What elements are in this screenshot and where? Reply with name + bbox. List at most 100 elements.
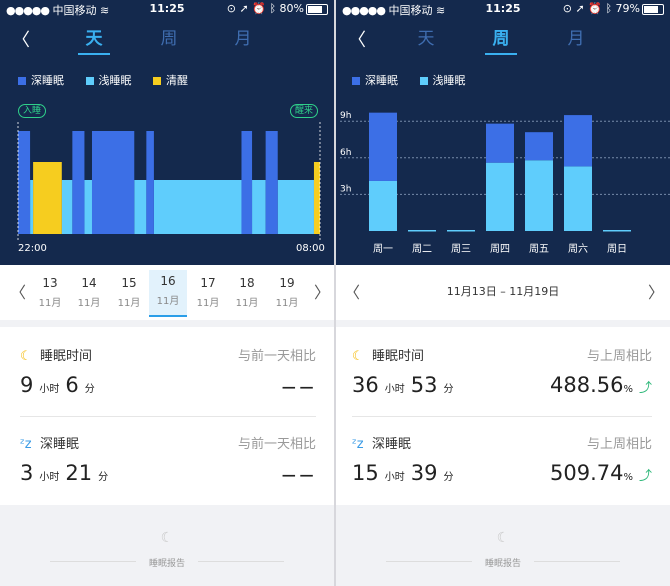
- y-tick-label: 6h: [340, 148, 351, 158]
- date-month: 11月: [38, 298, 62, 309]
- report-moon-icon[interactable]: ☾: [336, 530, 670, 546]
- minutes-unit: 分: [443, 384, 454, 395]
- x-tick-label: 周五: [529, 243, 549, 255]
- deep-sleep-segment: [91, 131, 135, 234]
- deep-sleep-segment: [265, 131, 278, 234]
- x-tick-label: 周日: [607, 243, 627, 255]
- deep-sleep-value: 3 小时 21 分: [20, 461, 114, 485]
- deep-sleep-bar: [564, 115, 592, 167]
- date-month: 11月: [235, 298, 259, 309]
- minutes-unit: 分: [84, 384, 95, 395]
- moon-icon: ☾: [20, 349, 32, 364]
- hours-value: 36: [352, 373, 379, 397]
- date-cell[interactable]: 13 11月: [31, 272, 69, 314]
- sleep-report-link[interactable]: 睡眠报告: [0, 556, 334, 569]
- date-cell[interactable]: 18 11月: [228, 272, 266, 314]
- date-day: 15: [121, 276, 137, 290]
- sleep-time-title: ☾ 睡眠时间: [20, 345, 92, 364]
- date-month: 11月: [77, 298, 101, 309]
- trend-up-icon: ⤴: [638, 469, 652, 484]
- time-start-label: 22:00: [18, 243, 47, 254]
- deep-compare-value: −−: [280, 463, 316, 487]
- prev-arrow-icon[interactable]: 〈: [10, 279, 26, 303]
- y-tick-label: 3h: [340, 184, 351, 194]
- date-month: 11月: [117, 298, 141, 309]
- sleep-compare-value: 488.56% ⤴: [550, 373, 652, 397]
- compare-label: 与前一天相比: [237, 349, 316, 364]
- minutes-unit: 分: [98, 472, 109, 483]
- divider: [352, 416, 652, 417]
- deep-sleep-value: 15 小时 39 分: [352, 461, 459, 485]
- minutes-value: 53: [410, 373, 438, 397]
- sleep-report-link[interactable]: 睡眠报告: [336, 556, 670, 569]
- empty-bar: [603, 230, 631, 232]
- week-selector: 〈 11月13日 – 11月19日 〉: [336, 265, 670, 320]
- deep-sleep-title: ᶻz 深睡眠: [352, 433, 411, 452]
- next-week-arrow-icon[interactable]: 〉: [648, 279, 664, 303]
- date-cell[interactable]: 15 11月: [110, 272, 148, 314]
- x-tick-label: 周一: [373, 243, 393, 255]
- hours-unit: 小时: [384, 384, 405, 395]
- compare-label: 与上周相比: [586, 437, 652, 452]
- date-day: 16: [160, 274, 176, 288]
- date-day: 17: [200, 276, 216, 290]
- minutes-value: 21: [65, 461, 93, 485]
- hours-value: 9: [20, 373, 34, 397]
- light-sleep-bar: [486, 162, 514, 231]
- date-month: 11月: [275, 298, 299, 309]
- deep-sleep-icon: ᶻz: [352, 437, 364, 452]
- hours-unit: 小时: [39, 472, 60, 483]
- date-day: 14: [81, 276, 97, 290]
- stats-card: ☾ 睡眠时间 与前一天相比 9 小时 6 分 −− ᶻz 深睡眠 与前一天相比 3 小时 21…: [0, 327, 334, 505]
- deep-sleep-segment: [146, 131, 154, 234]
- date-day: 18: [239, 276, 255, 290]
- moon-icon: ☾: [352, 349, 364, 364]
- week-view-screen: ●●●●● 中国移动 ≋ 11:25 ⊙ ➚ ⏰ ᛒ 79% 〈 天 周 月 深…: [336, 0, 670, 586]
- light-sleep-segment: [30, 180, 34, 234]
- deep-sleep-bar: [525, 132, 553, 161]
- date-day: 19: [279, 276, 295, 290]
- time-end-label: 08:00: [296, 243, 325, 254]
- next-arrow-icon[interactable]: 〉: [314, 279, 330, 303]
- awake-segment: [33, 162, 62, 234]
- trend-up-icon: ⤴: [638, 381, 652, 396]
- x-tick-label: 周三: [451, 243, 471, 255]
- week-sleep-chart: 3h 6h 9h 周一 周二 周三 周四 周五 周六 周日: [340, 111, 670, 255]
- percent-value: 488.56: [549, 373, 624, 397]
- percent-unit: %: [623, 384, 633, 395]
- minutes-value: 6: [65, 373, 79, 397]
- date-day: 13: [42, 276, 58, 290]
- hours-value: 3: [20, 461, 34, 485]
- hours-value: 15: [352, 461, 379, 485]
- sleep-time-title: ☾ 睡眠时间: [352, 345, 424, 364]
- day-view-screen: ●●●●● 中国移动 ≋ 11:25 ⊙ ➚ ⏰ ᛒ 80% 〈 天 周 月 深…: [0, 0, 334, 586]
- date-cell[interactable]: 14 11月: [70, 272, 108, 314]
- minutes-unit: 分: [443, 472, 454, 483]
- sleep-time-value: 36 小时 53 分: [352, 373, 459, 397]
- empty-bar: [447, 230, 475, 232]
- divider: [20, 416, 316, 417]
- date-month: 11月: [196, 298, 220, 309]
- deep-sleep-label: 深睡眠: [372, 437, 412, 452]
- light-sleep-segment: [277, 180, 314, 234]
- report-moon-icon[interactable]: ☾: [0, 530, 334, 546]
- deep-sleep-segment: [18, 131, 31, 234]
- deep-sleep-icon: ᶻz: [20, 437, 32, 452]
- x-tick-label: 周六: [568, 243, 588, 255]
- stats-card: ☾ 睡眠时间 与上周相比 36 小时 53 分 488.56% ⤴ ᶻz 深睡眠 与上周相比…: [336, 327, 670, 505]
- deep-sleep-bar: [486, 123, 514, 163]
- percent-value: 509.74: [549, 461, 624, 485]
- sleep-time-label: 睡眠时间: [372, 349, 425, 364]
- deep-sleep-bar: [369, 112, 397, 181]
- date-cell-selected[interactable]: 16 11月: [149, 270, 187, 317]
- light-sleep-segment: [84, 180, 92, 234]
- minutes-value: 39: [410, 461, 438, 485]
- date-cell[interactable]: 17 11月: [189, 272, 227, 314]
- date-cell[interactable]: 19 11月: [268, 272, 306, 314]
- date-selector: 〈 13 11月 14 11月 15 11月 16 11月 17 11月 18 11月 19…: [0, 265, 334, 320]
- deep-sleep-label: 深睡眠: [40, 437, 80, 452]
- week-range-label: 11月13日 – 11月19日: [446, 285, 560, 298]
- deep-compare-value: 509.74% ⤴: [550, 461, 652, 485]
- date-month: 11月: [156, 296, 180, 307]
- compare-label: 与前一天相比: [237, 437, 316, 452]
